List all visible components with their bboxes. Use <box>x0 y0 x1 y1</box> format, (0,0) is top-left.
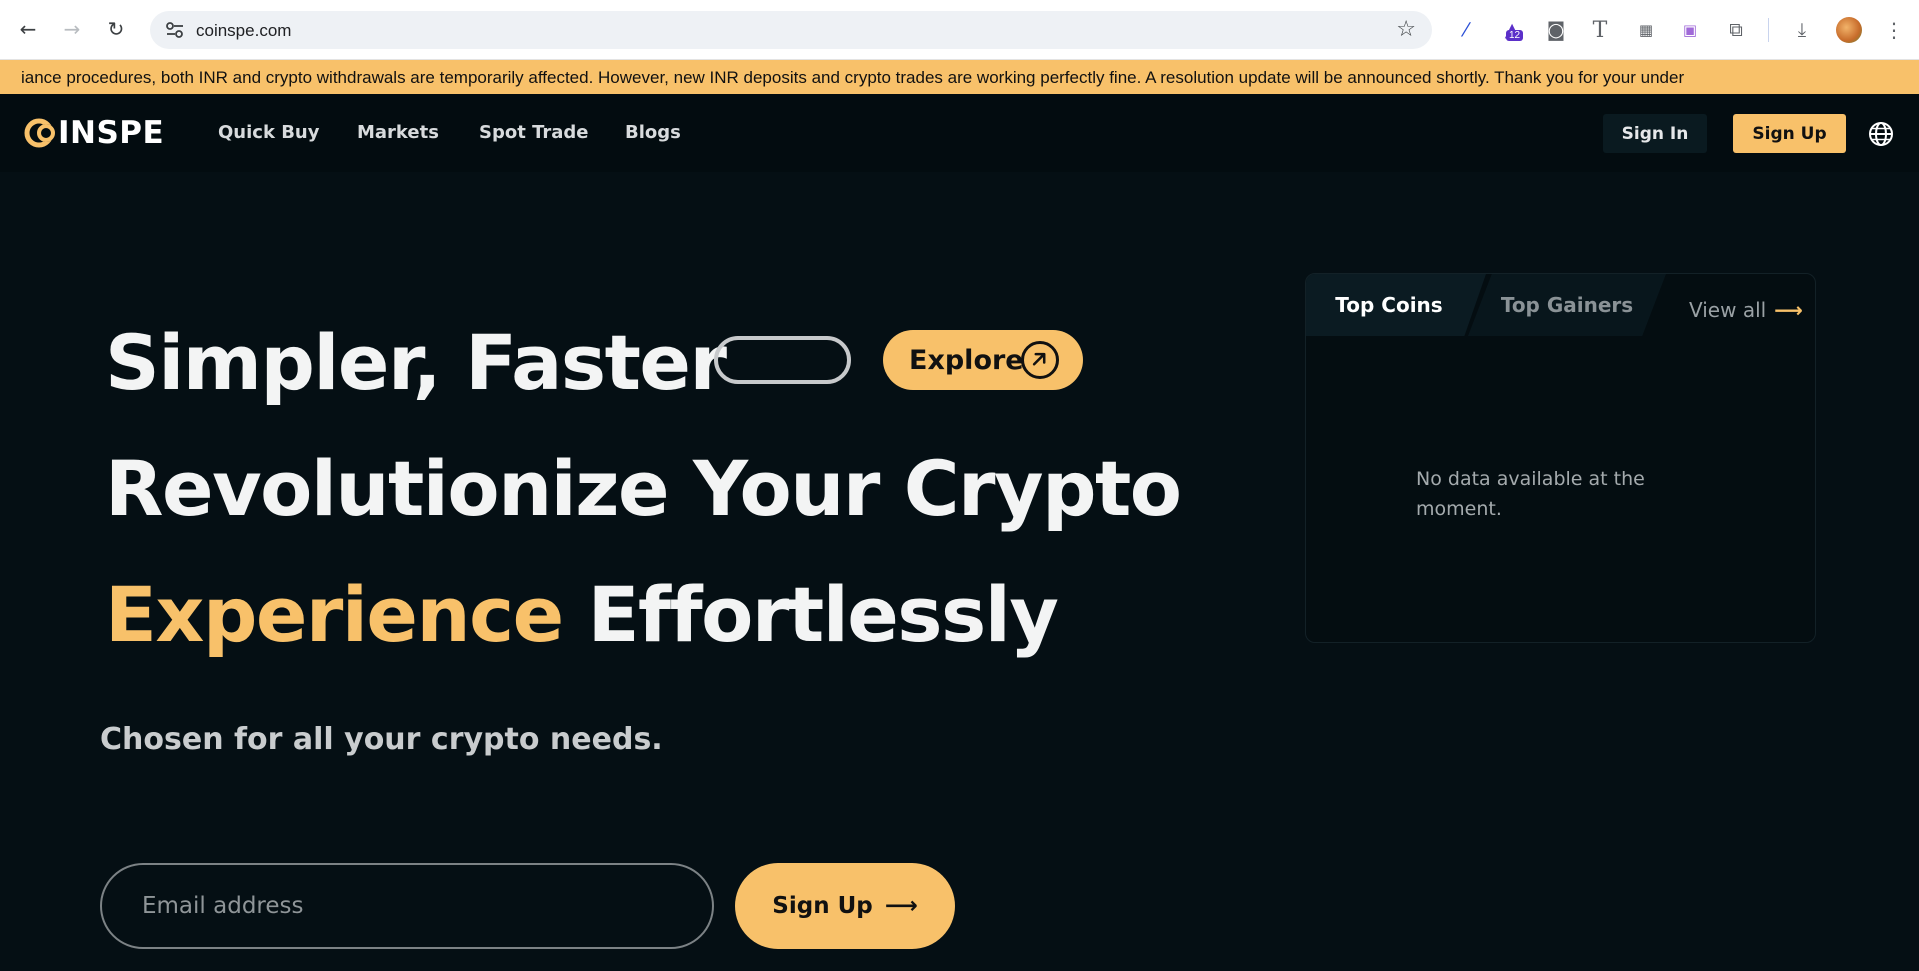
nav-quick-buy[interactable]: Quick Buy <box>218 122 319 143</box>
qr-code-icon[interactable]: ▦ <box>1632 16 1660 44</box>
announcement-ticker: iance procedures, both INR and crypto wi… <box>0 60 1919 94</box>
address-bar[interactable]: coinspe.com ☆ <box>150 11 1432 49</box>
star-icon[interactable]: ☆ <box>1396 17 1416 42</box>
site-header: INSPE Quick Buy Markets Spot Trade Blogs… <box>0 94 1919 172</box>
view-all-label: View all <box>1689 298 1767 322</box>
arrow-up-right-icon <box>1021 341 1059 379</box>
hero-sign-up-label: Sign Up <box>772 893 873 919</box>
tab-top-gainers[interactable]: Top Gainers <box>1468 274 1666 336</box>
logo-coin-icon <box>24 118 55 148</box>
back-arrow-icon[interactable]: ← <box>13 14 43 44</box>
hero-headline-line3: Experience Effortlessly <box>105 570 1059 659</box>
coinspe-logo[interactable]: INSPE <box>24 115 165 151</box>
ticker-text: iance procedures, both INR and crypto wi… <box>21 68 1685 87</box>
nav-markets[interactable]: Markets <box>357 122 439 143</box>
text-extension-icon[interactable]: T <box>1586 16 1614 44</box>
hero-tagline: Chosen for all your crypto needs. <box>100 722 663 757</box>
tune-icon[interactable] <box>164 19 186 41</box>
download-icon[interactable]: ⤓ <box>1788 16 1816 44</box>
hero-headline-rest: Effortlessly <box>587 570 1059 659</box>
arrow-right-icon: ⟶ <box>1774 298 1803 322</box>
browser-toolbar: ← → ↻ coinspe.com ☆ ⁄ ▲ 12 ◙ T ▦ ▣ ⧉ ⤓ ⋮ <box>0 0 1919 60</box>
hero-headline-line2: Revolutionize Your Crypto <box>105 444 1182 533</box>
toolbar-separator <box>1768 18 1769 42</box>
globe-icon[interactable] <box>1868 121 1894 147</box>
url-text[interactable]: coinspe.com <box>196 21 291 41</box>
arrow-right-icon: ⟶ <box>884 893 918 919</box>
forward-arrow-icon[interactable]: → <box>57 14 87 44</box>
screen-extension-icon[interactable]: ▣ <box>1676 16 1704 44</box>
explore-label: Explore <box>909 344 1024 376</box>
pen-extension-icon[interactable]: ⁄ <box>1452 16 1480 44</box>
profile-avatar[interactable] <box>1836 17 1862 43</box>
nav-blogs[interactable]: Blogs <box>625 122 681 143</box>
sign-in-button[interactable]: Sign In <box>1603 114 1707 153</box>
empty-state-message: No data available at the moment. <box>1416 468 1645 520</box>
top-coins-panel: Top Gainers Top Coins View all ⟶ No data… <box>1305 273 1816 643</box>
decorative-pill <box>714 336 851 384</box>
reload-icon[interactable]: ↻ <box>101 14 131 44</box>
email-input[interactable] <box>100 863 714 949</box>
tab-top-coins[interactable]: Top Coins <box>1306 274 1486 336</box>
nav-spot-trade[interactable]: Spot Trade <box>479 122 589 143</box>
sign-up-button[interactable]: Sign Up <box>1733 114 1846 153</box>
view-all-link[interactable]: View all ⟶ <box>1689 298 1803 322</box>
logo-text: INSPE <box>58 115 165 151</box>
extension-badge: 12 <box>1506 30 1524 41</box>
extensions-puzzle-icon[interactable]: ⧉ <box>1722 16 1750 44</box>
hero-accent-word: Experience <box>105 570 564 659</box>
kebab-menu-icon[interactable]: ⋮ <box>1880 16 1908 44</box>
hero-sign-up-button[interactable]: Sign Up ⟶ <box>735 863 955 949</box>
explore-button[interactable]: Explore <box>883 330 1083 390</box>
camera-icon[interactable]: ◙ <box>1542 16 1570 44</box>
hero-headline-line1: Simpler, Faster <box>105 318 727 407</box>
